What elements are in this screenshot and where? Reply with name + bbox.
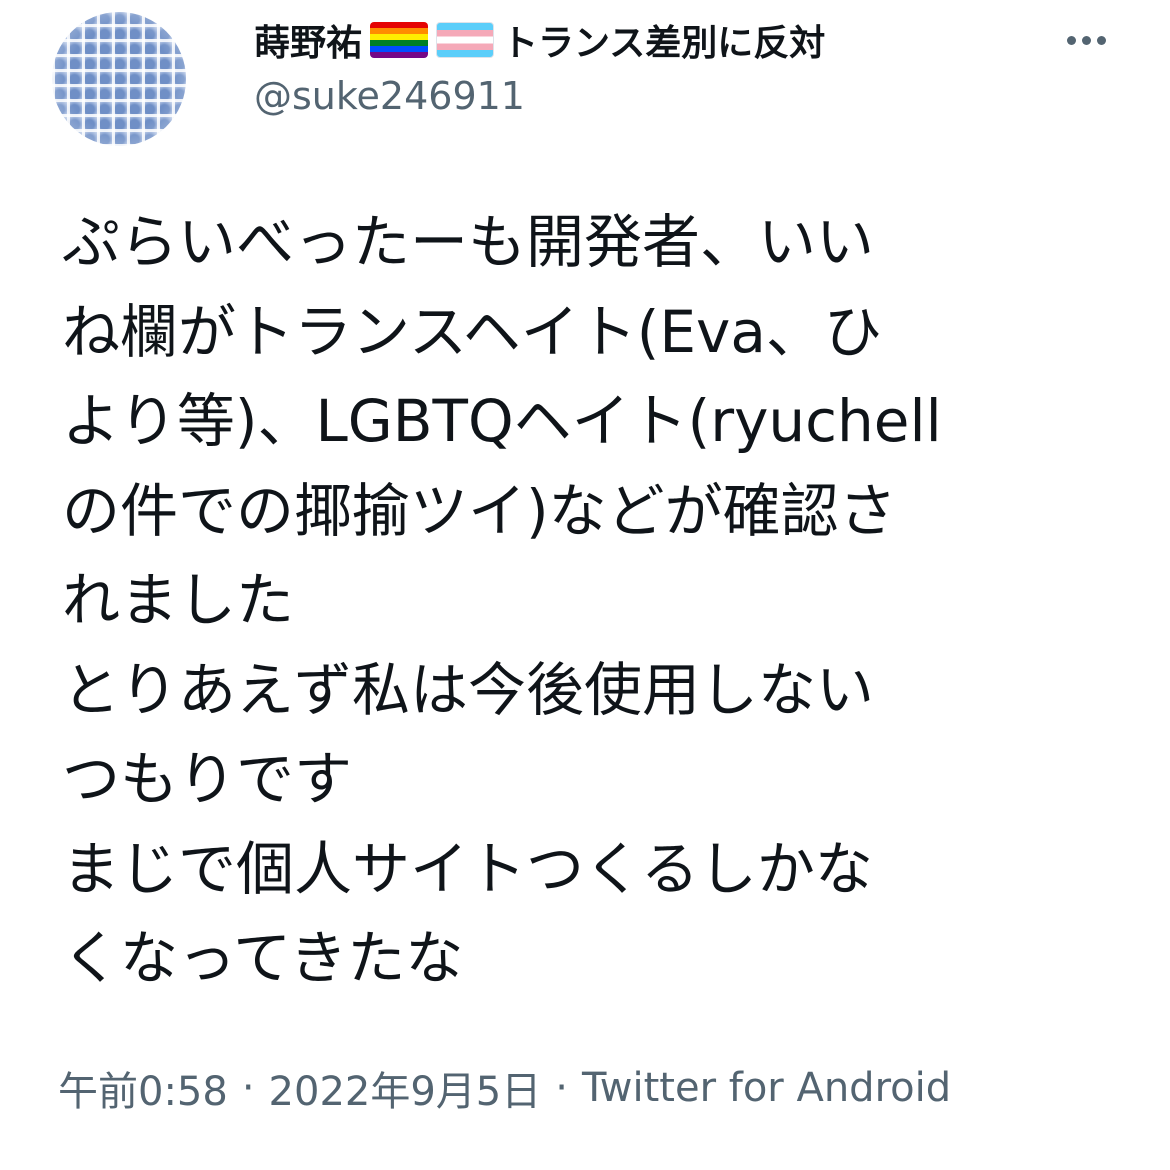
tweet-time[interactable]: 午前0:58 — [58, 1059, 228, 1117]
tweet-text: ぷらいべったーも開発者、いい ね欄がトランスヘイト(Eva、ひ より等)、LGB… — [62, 198, 1122, 1004]
tweet-source-link[interactable]: Twitter for Android — [582, 1065, 951, 1111]
tweet-text-line: とりあえず私は今後使用しない — [62, 655, 875, 724]
more-options-button[interactable] — [1054, 18, 1118, 62]
tweet-text-line: の件での揶揄ツイ)などが確認さ — [62, 476, 897, 545]
tweet-text-line: れました — [62, 566, 295, 634]
display-name-suffix[interactable]: トランス差別に反対 — [502, 14, 825, 66]
tweet-text-line: つもりです — [62, 745, 353, 813]
tweet-text-line: より等)、LGBTQヘイト(ryuchell — [62, 387, 942, 455]
transgender-flag-icon — [436, 22, 495, 58]
tweet-metadata: 午前0:58 · 2022年9月5日 · Twitter for Android — [58, 1058, 951, 1118]
avatar[interactable] — [52, 12, 186, 146]
author-name-row[interactable]: 蒔野祐 トランス差別に反対 — [254, 12, 825, 68]
meta-separator: · — [241, 1065, 255, 1111]
tweet-text-line: ぷらいべったーも開発者、いい — [62, 208, 875, 276]
tweet-text-line: くなってきたな — [62, 924, 464, 992]
more-options-icon — [1081, 35, 1091, 45]
user-handle[interactable]: @suke246911 — [254, 74, 525, 118]
meta-separator: · — [555, 1065, 568, 1111]
tweet-text-line: まじで個人サイトつくるしかな — [62, 834, 873, 903]
tweet-date[interactable]: 2022年9月5日 — [269, 1059, 542, 1117]
tweet-text-line: ね欄がトランスヘイト(Eva、ひ — [62, 297, 882, 366]
rainbow-flag-icon — [370, 22, 429, 58]
display-name[interactable]: 蒔野祐 — [254, 14, 362, 66]
more-options-icon — [1066, 35, 1076, 45]
more-options-icon — [1096, 35, 1106, 45]
